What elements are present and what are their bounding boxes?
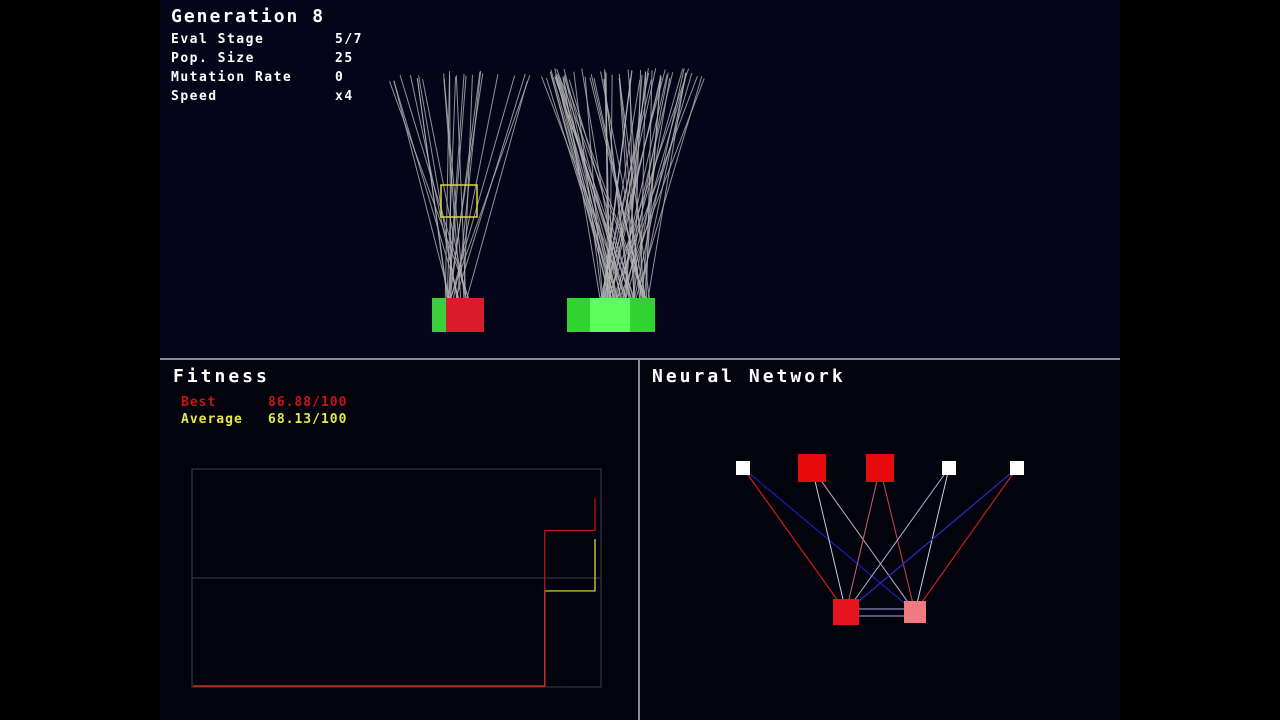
input-node-4 (942, 461, 956, 475)
series-average-line (193, 539, 596, 687)
fitness-panel-title: Fitness (173, 366, 270, 387)
output-node-2 (904, 601, 926, 623)
stat-row-mutation-rate: Mutation Rate 0 (171, 68, 363, 87)
legend-average-label: Average (181, 412, 243, 427)
stat-value: 25 (335, 51, 354, 66)
network-connections (742, 467, 1018, 617)
stat-label: Pop. Size (171, 51, 255, 66)
stat-label: Speed (171, 89, 218, 104)
legend-best: Best 86.88/100 (181, 394, 347, 411)
series-best-line (193, 498, 596, 687)
stats-overlay: Generation 8 Eval Stage 5/7 Pop. Size 25 M… (171, 6, 363, 106)
stat-label: Eval Stage (171, 32, 265, 47)
input-node-1 (736, 461, 750, 475)
stat-row-eval-stage: Eval Stage 5/7 (171, 30, 363, 49)
input-node-5 (1010, 461, 1024, 475)
generation-label: Generation 8 (171, 6, 326, 27)
fitness-legend: Best 86.88/100 Average 68.13/100 (181, 394, 347, 428)
stat-label: Mutation Rate (171, 70, 293, 85)
input-node-3 (866, 454, 894, 482)
stat-row-pop-size: Pop. Size 25 (171, 49, 363, 68)
agent-platform-left (432, 298, 484, 332)
legend-best-label: Best (181, 395, 217, 410)
network-panel-title: Neural Network (652, 366, 846, 387)
agent-platform-right (567, 298, 655, 332)
stat-row-speed: Speed x4 (171, 87, 363, 106)
output-node-1 (833, 599, 859, 625)
fitness-chart (191, 468, 602, 688)
sensor-ray (465, 80, 528, 301)
legend-best-value: 86.88/100 (268, 395, 348, 410)
legend-average-value: 68.13/100 (268, 412, 348, 427)
sensor-ray (541, 76, 628, 301)
stat-value: 5/7 (335, 32, 363, 47)
sensor-ray (612, 75, 698, 301)
legend-average: Average 68.13/100 (181, 411, 347, 428)
stat-value: 0 (335, 70, 345, 85)
game-screen: Generation 8 Eval Stage 5/7 Pop. Size 25 M… (160, 0, 1120, 720)
input-node-2 (798, 454, 826, 482)
horizontal-divider (160, 358, 1120, 360)
sensor-rays-right (541, 68, 705, 301)
neural-network-diagram (736, 454, 1024, 625)
vertical-divider (638, 360, 640, 720)
simulation-view: Generation 8 Eval Stage 5/7 Pop. Size 25 M… (160, 0, 1120, 359)
sensor-ray (564, 74, 617, 301)
stat-value: x4 (335, 89, 354, 104)
sensor-ray (449, 75, 452, 301)
